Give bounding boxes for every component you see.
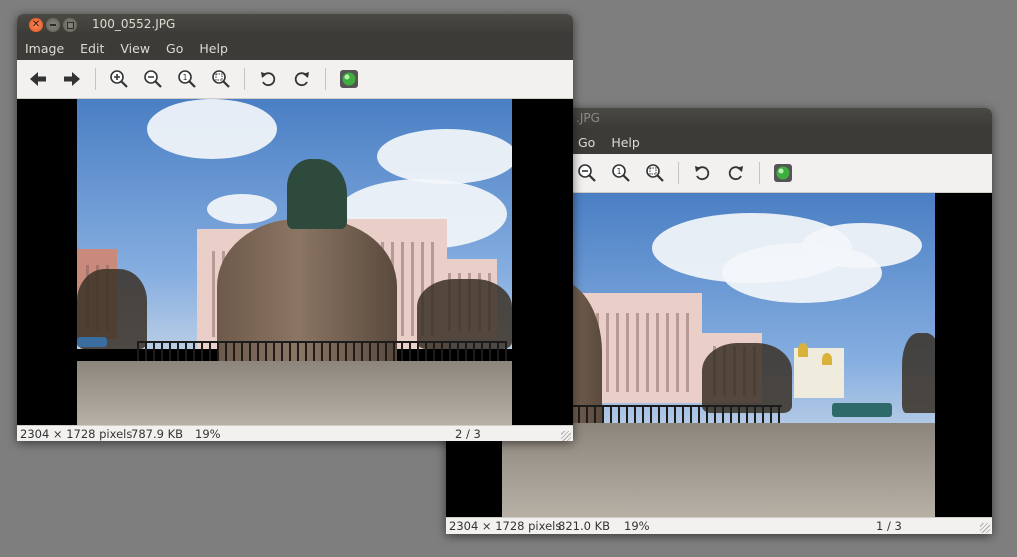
image-position: 1 / 3 (876, 519, 902, 533)
menu-go[interactable]: Go (158, 41, 191, 56)
image-position: 2 / 3 (455, 427, 481, 441)
menu-help[interactable]: Help (191, 41, 236, 56)
close-button[interactable]: ✕ (29, 18, 43, 32)
svg-text:1: 1 (616, 167, 621, 176)
image-dimensions: 2304 × 1728 pixels (449, 519, 562, 533)
zoom-fit-icon (212, 70, 230, 88)
file-size: 821.0 KB (558, 519, 611, 533)
image-display[interactable] (17, 99, 573, 425)
zoom-in-button[interactable] (104, 64, 134, 94)
rotate-right-button[interactable] (721, 158, 751, 188)
minimize-button[interactable] (46, 18, 60, 32)
zoom-fit-button[interactable] (640, 158, 670, 188)
resize-grip[interactable] (561, 431, 571, 441)
menu-help[interactable]: Help (603, 135, 648, 150)
title-bar[interactable]: ✕ 100_0552.JPG (17, 14, 573, 36)
window-title: 100_0552.JPG (92, 17, 176, 31)
zoom-in-icon (110, 70, 128, 88)
zoom-normal-button[interactable]: 1 (172, 64, 202, 94)
toolbar-separator (678, 162, 679, 184)
file-size: 787.9 KB (131, 427, 184, 441)
zoom-level: 19% (195, 427, 221, 441)
zoom-out-icon (578, 164, 596, 182)
previous-image-button[interactable] (23, 64, 53, 94)
toolbar-separator (244, 68, 245, 90)
slideshow-button[interactable] (768, 158, 798, 188)
menu-edit[interactable]: Edit (72, 41, 112, 56)
slideshow-icon (340, 70, 358, 88)
status-bar: 2304 × 1728 pixels 787.9 KB 19% 2 / 3 (17, 425, 573, 441)
toolbar-separator (759, 162, 760, 184)
window-title: .JPG (576, 111, 600, 125)
photo-current (77, 99, 512, 425)
maximize-button[interactable] (63, 18, 77, 32)
rotate-left-icon (695, 166, 710, 181)
menu-go[interactable]: Go (570, 135, 603, 150)
forward-arrow-icon (64, 72, 80, 86)
toolbar-separator (325, 68, 326, 90)
menu-image[interactable]: Image (17, 41, 72, 56)
zoom-fit-button[interactable] (206, 64, 236, 94)
slideshow-icon (774, 164, 792, 182)
menu-view[interactable]: View (112, 41, 158, 56)
rotate-right-icon (728, 166, 743, 181)
rotate-left-button[interactable] (687, 158, 717, 188)
rotate-right-button[interactable] (287, 64, 317, 94)
slideshow-button[interactable] (334, 64, 364, 94)
image-dimensions: 2304 × 1728 pixels (20, 427, 133, 441)
menu-bar: Image Edit View Go Help (17, 36, 573, 60)
status-bar: 2304 × 1728 pixels 821.0 KB 19% 1 / 3 (446, 517, 992, 534)
rotate-right-icon (294, 72, 309, 87)
svg-text:1: 1 (182, 73, 187, 82)
resize-grip[interactable] (980, 523, 990, 533)
zoom-level: 19% (624, 519, 650, 533)
parked-car (77, 337, 107, 347)
zoom-out-button[interactable] (572, 158, 602, 188)
next-image-button[interactable] (57, 64, 87, 94)
zoom-normal-button[interactable]: 1 (606, 158, 636, 188)
parked-cars (832, 403, 892, 417)
image-viewer-window-front[interactable]: ✕ 100_0552.JPG Image Edit View Go Help 1 (17, 14, 573, 441)
rotate-left-icon (261, 72, 276, 87)
close-icon: ✕ (31, 19, 41, 30)
zoom-fit-icon (646, 164, 664, 182)
zoom-normal-icon: 1 (178, 70, 196, 88)
toolbar-separator (95, 68, 96, 90)
zoom-out-button[interactable] (138, 64, 168, 94)
minimize-icon (50, 24, 56, 26)
maximize-icon (67, 22, 74, 29)
zoom-normal-icon: 1 (612, 164, 630, 182)
rotate-left-button[interactable] (253, 64, 283, 94)
zoom-out-icon (144, 70, 162, 88)
back-arrow-icon (30, 72, 46, 86)
toolbar: 1 (17, 60, 573, 99)
